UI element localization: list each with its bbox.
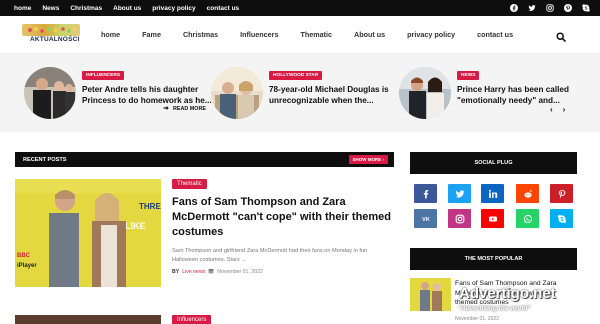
search-icon[interactable]	[556, 29, 566, 42]
top-nav-privacy[interactable]: privacy policy	[152, 5, 195, 12]
popular-thumbnail[interactable]	[410, 278, 451, 311]
popular-date: November 01, 2022	[455, 316, 499, 322]
nav-about[interactable]: About us	[354, 30, 385, 39]
top-bar: home News Christmas About us privacy pol…	[0, 0, 600, 16]
site-logo[interactable]: AKTUALNOŚCI	[22, 24, 80, 46]
nav-contact[interactable]: contact us	[477, 30, 513, 39]
show-more-button[interactable]: SHOW MORE ›	[348, 155, 388, 164]
post-thumbnail-second[interactable]	[15, 315, 161, 324]
logo-graphic	[22, 24, 80, 36]
ticker-image[interactable]	[399, 67, 451, 119]
svg-text:BBC: BBC	[17, 253, 31, 259]
social-plug-title: SOCIAL PLUG	[474, 160, 513, 166]
recent-posts-title: RECENT POSTS	[23, 156, 67, 163]
linkedin-icon[interactable]	[481, 184, 504, 203]
svg-text:S: S	[585, 6, 588, 11]
chevron-left-icon[interactable]: ‹	[550, 105, 553, 114]
ticker-image[interactable]	[24, 67, 76, 119]
ticker-category[interactable]: INFLUENCERS	[82, 71, 125, 80]
post-author[interactable]: Live news	[182, 269, 205, 275]
post-thumbnail[interactable]: THREE LIKE BBC iPlayer	[15, 179, 161, 287]
recent-posts-header: RECENT POSTS SHOW MORE ›	[15, 152, 394, 167]
main-nav: home Fame Christmas Influencers Thematic…	[101, 30, 535, 39]
top-nav-home[interactable]: home	[14, 5, 31, 12]
post-title[interactable]: Fans of Sam Thompson and Zara McDermott …	[172, 195, 394, 240]
nav-home[interactable]: home	[101, 30, 120, 39]
youtube-icon[interactable]	[481, 209, 504, 228]
twitter-icon[interactable]	[528, 4, 536, 12]
most-popular-header: THE MOST POPULAR	[410, 248, 577, 270]
ticker-title[interactable]: Peter Andre tells his daughter Princess …	[82, 84, 212, 106]
ticker-arrows: ‹ ›	[550, 105, 565, 114]
ticker-category[interactable]: NEWS	[457, 71, 480, 80]
top-nav-christmas[interactable]: Christmas	[70, 5, 102, 12]
twitter-icon[interactable]	[448, 184, 471, 203]
arrow-right-icon	[163, 105, 169, 113]
whatsapp-icon[interactable]	[516, 209, 539, 228]
post-excerpt: Sam Thompson and girlfriend Zara McDermo…	[172, 248, 368, 263]
skype-icon[interactable]: S	[550, 209, 573, 228]
featured-ticker: INFLUENCERS Peter Andre tells his daught…	[0, 54, 600, 132]
nav-christmas[interactable]: Christmas	[183, 30, 218, 39]
instagram-icon[interactable]	[448, 209, 471, 228]
top-nav-news[interactable]: News	[42, 5, 59, 12]
skype-icon[interactable]: S	[582, 4, 590, 12]
post-date: November 01, 2022	[217, 269, 263, 275]
read-more-button[interactable]: READ MORE	[163, 105, 206, 113]
facebook-icon[interactable]	[510, 4, 518, 12]
read-more-label: READ MORE	[173, 106, 206, 112]
nav-privacy[interactable]: privacy policy	[407, 30, 455, 39]
top-nav: home News Christmas About us privacy pol…	[14, 5, 239, 12]
nav-thematic[interactable]: Thematic	[300, 30, 332, 39]
chevron-right-icon[interactable]: ›	[563, 105, 566, 114]
svg-text:LIKE: LIKE	[125, 221, 146, 231]
most-popular-title: THE MOST POPULAR	[464, 256, 523, 262]
facebook-icon[interactable]	[414, 184, 437, 203]
post-meta: BY Live news November 01, 2022	[172, 268, 263, 276]
header: AKTUALNOŚCI home Fame Christmas Influenc…	[0, 16, 600, 54]
by-label: BY	[172, 269, 180, 275]
post-category-second[interactable]: Influencers	[172, 315, 212, 324]
reddit-icon[interactable]	[516, 184, 539, 203]
post-category[interactable]: Thematic	[172, 179, 207, 189]
nav-influencers[interactable]: Influencers	[240, 30, 278, 39]
top-nav-about[interactable]: About us	[113, 5, 141, 12]
top-nav-contact[interactable]: contact us	[207, 5, 240, 12]
social-plug-header: SOCIAL PLUG	[410, 152, 577, 174]
svg-text:iPlayer: iPlayer	[17, 263, 37, 269]
nav-fame[interactable]: Fame	[142, 30, 161, 39]
svg-text:THREE: THREE	[139, 202, 161, 211]
ticker-title[interactable]: Prince Harry has been called "emotionall…	[457, 84, 587, 106]
post-card: THREE LIKE BBC iPlayer Thematic Fans of …	[15, 179, 394, 287]
ticker-title[interactable]: 78-year-old Michael Douglas is unrecogni…	[269, 84, 399, 106]
logo-text: AKTUALNOŚCI	[30, 36, 80, 43]
ticker-category[interactable]: HOLLYWOOD STAR	[269, 71, 323, 80]
ticker-image[interactable]	[211, 67, 263, 119]
vk-icon[interactable]: VK	[414, 209, 437, 228]
watermark: Advertigo.net	[459, 285, 556, 302]
svg-text:VK: VK	[422, 217, 430, 223]
watermark-tagline: "Advertising the world"	[458, 305, 531, 312]
instagram-icon[interactable]	[546, 4, 554, 12]
top-social: S	[510, 4, 590, 12]
calendar-icon	[208, 268, 214, 276]
pinterest-icon[interactable]	[550, 184, 573, 203]
pinterest-icon[interactable]	[564, 4, 572, 12]
